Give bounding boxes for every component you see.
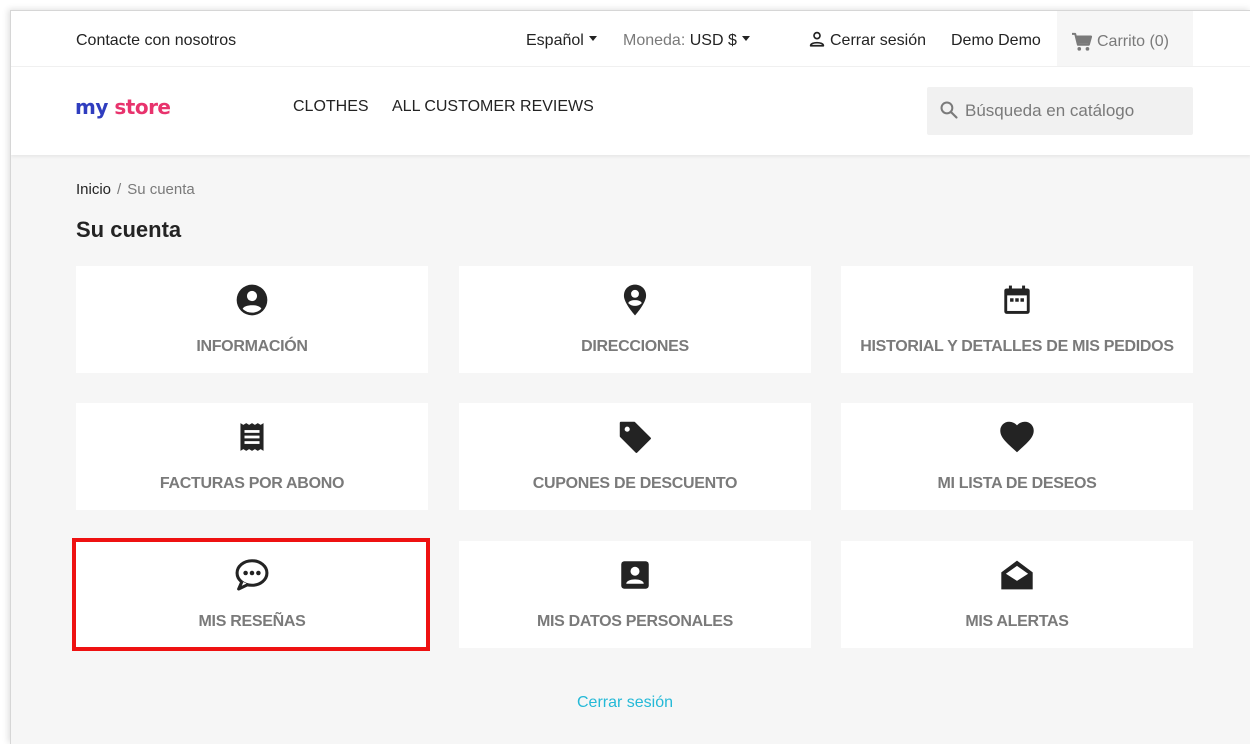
tile-label: MIS ALERTAS xyxy=(965,613,1069,630)
cart-icon xyxy=(1072,32,1093,51)
search-icon xyxy=(940,101,958,119)
heart-icon xyxy=(1000,421,1034,453)
tile-historial-pedidos[interactable]: HISTORIAL Y DETALLES DE MIS PEDIDOS xyxy=(841,266,1193,373)
language-selector[interactable]: Español xyxy=(526,11,597,66)
open-envelope-icon xyxy=(1001,560,1033,590)
search-box[interactable] xyxy=(927,87,1193,135)
tile-direcciones[interactable]: DIRECCIONES xyxy=(459,266,811,373)
logout-top-link[interactable]: Cerrar sesión xyxy=(808,11,926,66)
tile-label: INFORMACIÓN xyxy=(196,338,308,355)
cart-button[interactable]: Carrito (0) xyxy=(1057,11,1193,66)
contact-card-icon xyxy=(621,561,649,589)
chevron-down-icon xyxy=(588,36,597,42)
menu-clothes[interactable]: CLOTHES xyxy=(293,97,369,117)
tile-informacion[interactable]: INFORMACIÓN xyxy=(76,266,428,373)
account-circle-icon xyxy=(236,284,268,316)
user-icon xyxy=(809,31,825,47)
chevron-down-icon xyxy=(741,36,750,42)
tile-facturas-abono[interactable]: FACTURAS POR ABONO xyxy=(76,403,428,510)
currency-label: Moneda: xyxy=(623,32,686,49)
browser-viewport: Contacte con nosotros Español Moneda: US… xyxy=(10,10,1250,744)
account-name-link[interactable]: Demo Demo xyxy=(951,11,1041,66)
tile-label: DIRECCIONES xyxy=(581,338,689,355)
logo-part-my: my xyxy=(75,95,108,119)
search-input[interactable] xyxy=(965,87,1185,135)
contact-link[interactable]: Contacte con nosotros xyxy=(76,11,236,66)
tag-icon xyxy=(619,421,651,453)
breadcrumb-current: Su cuenta xyxy=(127,181,195,198)
currency-selector[interactable]: Moneda: USD $ xyxy=(623,11,750,66)
site-header: Contacte con nosotros Español Moneda: US… xyxy=(11,11,1250,155)
cart-label: Carrito (0) xyxy=(1097,33,1170,50)
currency-value: USD $ xyxy=(689,32,737,49)
calendar-icon xyxy=(1004,285,1030,314)
language-label: Español xyxy=(526,32,584,49)
tile-label: CUPONES DE DESCUENTO xyxy=(532,475,738,492)
tile-mis-resenas[interactable]: MIS RESEÑAS xyxy=(76,541,428,648)
tile-cupones-descuento[interactable]: CUPONES DE DESCUENTO xyxy=(459,403,811,510)
logout-top-label: Cerrar sesión xyxy=(830,32,927,49)
logout-link[interactable]: Cerrar sesión xyxy=(0,694,1250,712)
tile-label: HISTORIAL Y DETALLES DE MIS PEDIDOS xyxy=(860,338,1174,355)
receipt-icon xyxy=(240,423,264,451)
tile-lista-deseos[interactable]: MI LISTA DE DESEOS xyxy=(841,403,1193,510)
location-pin-icon xyxy=(623,284,647,316)
logo-part-store: store xyxy=(114,95,171,119)
page-title: Su cuenta xyxy=(76,217,182,242)
tile-label: FACTURAS POR ABONO xyxy=(159,475,345,492)
breadcrumb-home[interactable]: Inicio xyxy=(76,181,111,198)
tile-mis-alertas[interactable]: MIS ALERTAS xyxy=(841,541,1193,648)
breadcrumb: Inicio / Su cuenta xyxy=(76,181,195,198)
chat-bubble-icon xyxy=(235,559,269,591)
store-logo[interactable]: my store xyxy=(75,95,171,119)
tile-datos-personales[interactable]: MIS DATOS PERSONALES xyxy=(459,541,811,648)
tile-label: MIS RESEÑAS xyxy=(198,613,306,630)
breadcrumb-separator: / xyxy=(117,181,122,198)
menu-all-customer-reviews[interactable]: ALL CUSTOMER REVIEWS xyxy=(392,97,594,117)
tile-label: MI LISTA DE DESEOS xyxy=(937,475,1097,492)
tile-label: MIS DATOS PERSONALES xyxy=(536,613,734,630)
top-navigation: Contacte con nosotros Español Moneda: US… xyxy=(11,11,1250,67)
